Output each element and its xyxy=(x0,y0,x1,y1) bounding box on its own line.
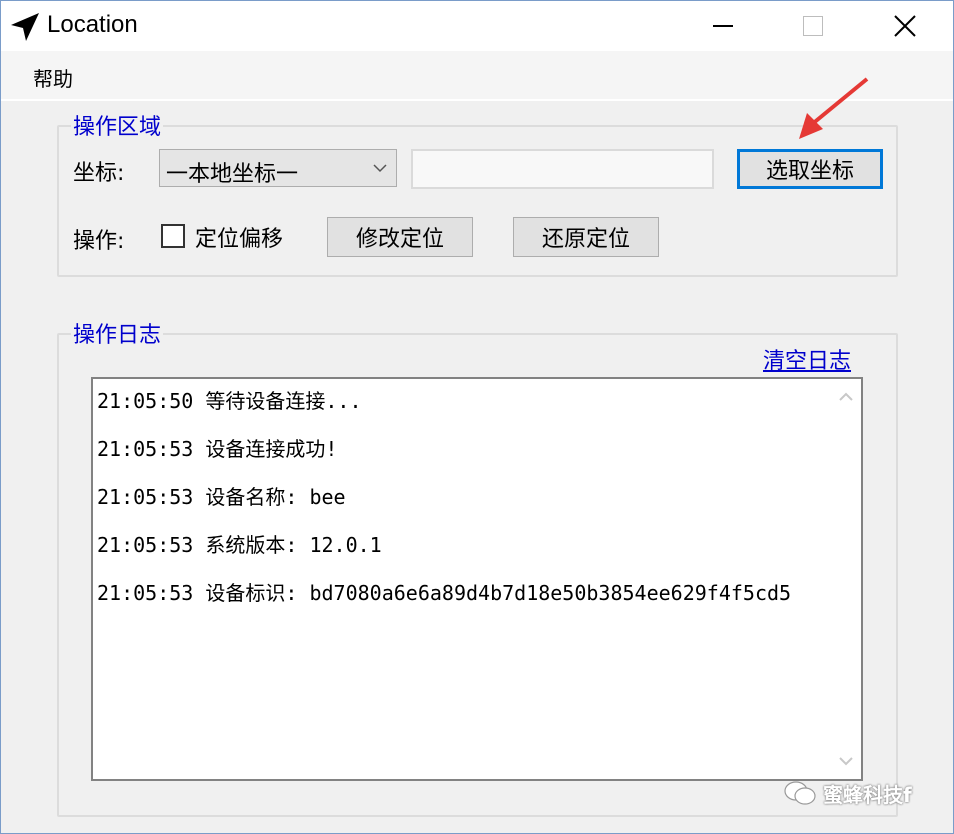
maximize-button[interactable] xyxy=(767,1,859,51)
coordinate-label: 坐标: xyxy=(73,161,125,186)
offset-checkbox-label[interactable]: 定位偏移 xyxy=(195,221,283,253)
app-window: Location 帮助 操作区域 坐标: 一本地坐标一 选取坐标 操作: 定位偏… xyxy=(0,0,954,834)
close-icon xyxy=(894,15,916,37)
offset-checkbox[interactable] xyxy=(161,224,185,248)
operation-area-group xyxy=(57,125,898,277)
chevron-down-icon xyxy=(373,164,387,173)
navigation-arrow-icon xyxy=(11,13,39,41)
coordinate-select[interactable]: 一本地坐标一 xyxy=(159,149,397,187)
minimize-icon xyxy=(713,25,733,27)
log-scrollbar[interactable] xyxy=(831,379,861,779)
operation-area-title: 操作区域 xyxy=(71,109,164,141)
log-line: 21:05:53 设备连接成功! xyxy=(97,437,338,461)
wechat-icon xyxy=(784,781,816,805)
coordinate-input[interactable] xyxy=(411,149,714,189)
clear-log-link[interactable]: 清空日志 xyxy=(763,343,851,375)
watermark: 蜜蜂科技f xyxy=(783,777,912,809)
coordinate-select-value: 一本地坐标一 xyxy=(166,162,299,187)
window-title: Location xyxy=(47,11,138,38)
close-button[interactable] xyxy=(859,1,951,51)
log-line: 21:05:50 等待设备连接... xyxy=(97,389,362,413)
log-line: 21:05:53 设备标识: bd7080a6e6a89d4b7d18e50b3… xyxy=(97,581,792,605)
minimize-button[interactable] xyxy=(677,1,769,51)
restore-location-button[interactable]: 还原定位 xyxy=(513,217,659,257)
watermark-text: 蜜蜂科技f xyxy=(823,782,912,807)
log-textarea[interactable]: 21:05:50 等待设备连接... 21:05:53 设备连接成功! 21:0… xyxy=(91,377,863,781)
scroll-down-icon[interactable] xyxy=(838,753,854,769)
maximize-icon xyxy=(803,16,823,36)
annotation-arrow-icon xyxy=(799,77,869,139)
title-bar: Location xyxy=(1,1,953,51)
scroll-up-icon[interactable] xyxy=(838,389,854,405)
pick-coordinate-button[interactable]: 选取坐标 xyxy=(737,149,883,189)
menu-help[interactable]: 帮助 xyxy=(33,63,73,92)
operation-label: 操作: xyxy=(73,229,125,254)
modify-location-button[interactable]: 修改定位 xyxy=(327,217,473,257)
log-line: 21:05:53 系统版本: 12.0.1 xyxy=(97,533,382,557)
log-area-title: 操作日志 xyxy=(71,317,164,349)
log-line: 21:05:53 设备名称: bee xyxy=(97,485,346,509)
